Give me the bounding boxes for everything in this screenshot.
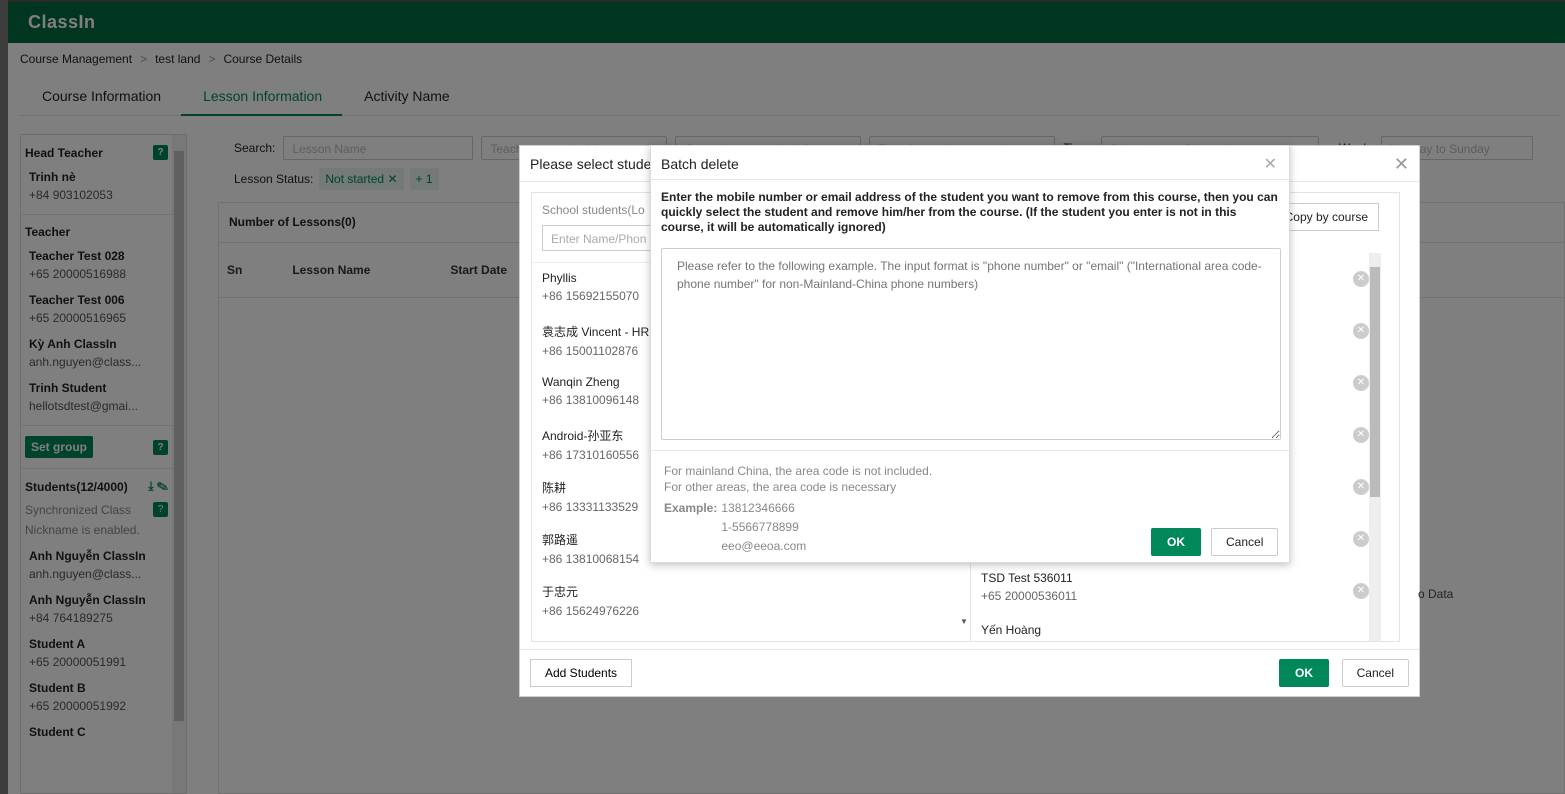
remove-icon[interactable]: ✕	[1353, 531, 1369, 547]
selected-list-scrollbar[interactable]	[1369, 253, 1381, 641]
ok-button[interactable]: OK	[1279, 659, 1329, 687]
dialog-title: Batch delete	[651, 146, 1289, 180]
divider	[651, 450, 1289, 451]
help-line: For other areas, the area code is necess…	[664, 480, 897, 494]
no-data-text: o Data	[1418, 587, 1454, 601]
remove-icon[interactable]: ✕	[1353, 271, 1369, 287]
add-students-button[interactable]: Add Students	[530, 659, 633, 687]
scroll-down-icon[interactable]: ▼	[960, 617, 968, 626]
example-block: Example: 13812346666 1-5566778899 eeo@ee…	[664, 499, 932, 556]
cancel-button[interactable]: Cancel	[1341, 659, 1409, 687]
list-item: Yến Hoàng	[971, 615, 1051, 641]
student-name: TSD Test 536011	[981, 571, 1073, 585]
dialog-description: Enter the mobile number or email address…	[661, 190, 1278, 234]
example-value: 1-5566778899	[721, 520, 799, 534]
example-value: eeo@eeoa.com	[721, 539, 807, 553]
remove-icon[interactable]: ✕	[1353, 375, 1369, 391]
remove-icon[interactable]: ✕	[1353, 479, 1369, 495]
list-item[interactable]: 于忠元 +86 15624976226	[532, 575, 970, 627]
student-name: Yến Hoàng	[981, 623, 1042, 637]
example-label: Example:	[664, 501, 718, 515]
ok-button[interactable]: OK	[1151, 528, 1201, 556]
remove-icon[interactable]: ✕	[1353, 583, 1369, 599]
remove-icon[interactable]: ✕	[1353, 427, 1369, 443]
batch-delete-input[interactable]	[661, 248, 1281, 440]
help-text: For mainland China, the area code is not…	[664, 463, 932, 556]
batch-delete-dialog: Batch delete ✕ Enter the mobile number o…	[650, 145, 1290, 563]
remove-icon[interactable]: ✕	[1353, 323, 1369, 339]
dialog-footer: Add Students OK Cancel	[520, 649, 1419, 696]
scrollbar-thumb[interactable]	[1370, 267, 1380, 497]
close-icon[interactable]: ✕	[1264, 154, 1277, 174]
example-value: 13812346666	[721, 501, 795, 515]
student-name: 于忠元	[542, 585, 579, 599]
example-lines: 13812346666 1-5566778899 eeo@eeoa.com	[721, 499, 806, 556]
student-contact: +65 20000536011	[981, 589, 1078, 603]
cancel-button[interactable]: Cancel	[1211, 528, 1279, 556]
help-line: For mainland China, the area code is not…	[664, 464, 933, 478]
list-item: TSD Test 536011 +65 20000536011	[971, 563, 1087, 615]
close-icon[interactable]: ✕	[1394, 154, 1409, 175]
student-contact: +86 15624976226	[542, 604, 640, 618]
